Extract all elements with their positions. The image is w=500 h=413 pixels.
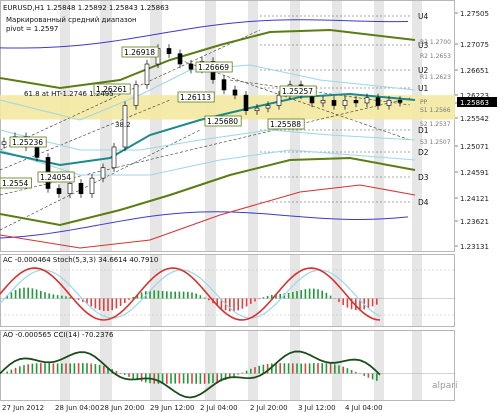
day-stripe xyxy=(332,255,342,326)
price-tag: 1.2554 xyxy=(2,179,28,188)
candle-body xyxy=(1,141,7,145)
pivot-tag: PP xyxy=(420,99,428,106)
level-tag: R2 1.2653 xyxy=(420,53,451,60)
candle-body xyxy=(111,146,117,169)
candle-body xyxy=(265,105,271,109)
time-tick-label: 29 Jun 12:00 xyxy=(150,404,194,412)
day-stripe xyxy=(374,331,384,400)
price-tick-label: 1.27505 xyxy=(460,10,489,18)
level-label-U1: U1 xyxy=(418,84,428,93)
price-tick-label: 1.27075 xyxy=(460,41,489,49)
price-tick-label: 1.25542 xyxy=(460,115,489,123)
level-tag: S1 1.2566 xyxy=(420,107,451,114)
day-stripe xyxy=(60,1,70,251)
level-tag: R3 1.2700 xyxy=(420,39,451,46)
candle-body xyxy=(331,100,337,106)
day-stripe xyxy=(60,255,70,326)
candle-body xyxy=(386,100,392,106)
price-tag: 1.25588 xyxy=(270,120,301,129)
price-tag: 1.25680 xyxy=(207,117,238,126)
candle-body xyxy=(89,177,95,194)
price-tick-label: 1.26651 xyxy=(460,67,489,75)
note-range: Маркированный средний диапазон xyxy=(6,16,137,24)
symbol-line: EURUSD,H1 1.25848 1.25892 1.25843 1.2586… xyxy=(3,4,169,12)
price-tick-label: 1.24591 xyxy=(460,169,489,177)
time-tick-label: 27 Jun 2012 xyxy=(2,404,44,412)
candle-body xyxy=(232,89,238,96)
day-stripe xyxy=(290,255,300,326)
price-tag: 1.26918 xyxy=(124,48,155,57)
candle-body xyxy=(144,63,150,86)
candle-body xyxy=(78,183,84,194)
day-stripe xyxy=(332,331,342,400)
axis-background xyxy=(455,0,500,413)
level-tag: S3 1.2507 xyxy=(420,139,451,146)
candle-body xyxy=(364,97,370,104)
fib-label: 61.8 at HT-1.2746 1.2495 xyxy=(24,90,114,98)
candle-body xyxy=(56,188,62,194)
level-label-D2: D2 xyxy=(418,148,429,157)
level-label-D3: D3 xyxy=(418,173,429,182)
candle-body xyxy=(320,100,326,104)
time-tick-label: 3 Jul 12:00 xyxy=(298,404,336,412)
candle-body xyxy=(34,146,40,158)
day-stripe xyxy=(248,331,258,400)
candle-body xyxy=(342,100,348,106)
candle-body xyxy=(276,94,282,106)
candle-body xyxy=(254,107,260,111)
day-stripe xyxy=(150,331,162,400)
candle-body xyxy=(177,53,183,65)
day-stripe xyxy=(150,255,162,326)
price-tick-label: 1.24121 xyxy=(460,195,489,203)
candle-body xyxy=(353,100,359,104)
note-pivot: pivot = 1.2597 xyxy=(6,25,58,33)
time-tick-label: 4 Jul 04:00 xyxy=(345,404,383,412)
candle-body xyxy=(375,97,381,106)
price-tag: 1.26113 xyxy=(180,93,211,102)
chart-background xyxy=(0,0,455,401)
day-stripe xyxy=(374,1,384,251)
watermark-alpari: alpari xyxy=(432,381,457,391)
candle-body xyxy=(221,79,227,91)
day-stripe xyxy=(412,331,422,400)
candle-body xyxy=(166,48,172,54)
price-tick-label: 1.23131 xyxy=(460,243,489,251)
candle-body xyxy=(397,100,403,103)
ac-title: AC -0.000464 Stoch(5,3,3) 34.6614 40.791… xyxy=(3,256,158,264)
level-label-U4: U4 xyxy=(418,12,428,21)
price-tick-label: 1.25071 xyxy=(460,143,489,151)
price-tag: 1.25236 xyxy=(12,138,43,147)
price-tag: 1.24054 xyxy=(40,173,71,182)
time-tick-label: 2 Jul 20:00 xyxy=(250,404,288,412)
candle-body xyxy=(133,84,139,106)
day-stripe xyxy=(412,255,422,326)
price-tick-label: 1.23621 xyxy=(460,218,489,226)
level-label-D4: D4 xyxy=(418,198,429,207)
candle-body xyxy=(243,94,249,111)
time-tick-label: 2 Jul 04:00 xyxy=(200,404,238,412)
candle-body xyxy=(188,63,194,70)
time-tick-label: 28 Jun 20:00 xyxy=(100,404,144,412)
price-tag: 1.25257 xyxy=(282,87,313,96)
fib-382-label: 38.2 xyxy=(115,121,131,129)
level-tag: R1 1.2623 xyxy=(420,74,451,81)
last-price-label: 1.25863 xyxy=(460,99,489,107)
ao-title: AO -0.000565 CCI(14) -70.2376 xyxy=(3,331,114,339)
level-tag: S2 1.2537 xyxy=(420,121,451,128)
price-tag: 1.26669 xyxy=(198,63,229,72)
candle-body xyxy=(100,167,106,179)
candle-body xyxy=(67,183,73,194)
forex-chart: U4U3U2U1D1D2D3D41.269181.262611.266691.2… xyxy=(0,0,500,413)
time-tick-label: 28 Jun 04:00 xyxy=(55,404,99,412)
day-stripe xyxy=(332,1,342,251)
day-stripe xyxy=(205,255,216,326)
day-stripe xyxy=(150,1,162,251)
day-stripe xyxy=(290,331,300,400)
